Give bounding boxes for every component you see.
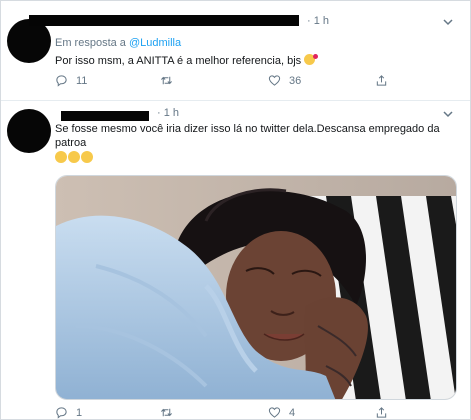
tweet-text-content: Por isso msm, a ANITTA é a melhor refere…: [55, 55, 302, 67]
reply-prefix: Em resposta a: [55, 37, 126, 49]
sleeping-face-icon: [81, 151, 93, 163]
share-icon: [376, 75, 387, 86]
redacted-username: [29, 15, 299, 26]
like-button[interactable]: 36: [268, 74, 301, 87]
like-count: 4: [289, 406, 296, 419]
heart-icon: [268, 75, 281, 86]
sleeping-face-icon: [68, 151, 80, 163]
tweet-text: Por isso msm, a ANITTA é a melhor refere…: [55, 54, 319, 68]
retweet-icon: [161, 76, 172, 85]
share-button[interactable]: [375, 74, 388, 87]
tweet-text: Se fosse mesmo você iria dizer isso lá n…: [55, 123, 440, 149]
reply-icon: [56, 407, 67, 419]
tweet-time[interactable]: · 1 h: [307, 15, 329, 27]
retweet-button[interactable]: [160, 74, 173, 87]
tweet-reply-1[interactable]: · 1 h Em resposta a @Ludmilla Por isso m…: [1, 1, 470, 101]
share-icon: [376, 407, 387, 418]
share-button[interactable]: [375, 406, 388, 419]
timeline: · 1 h Em resposta a @Ludmilla Por isso m…: [0, 0, 471, 420]
emoji-row: [55, 151, 93, 163]
reply-count: 1: [76, 406, 83, 419]
chevron-down-icon[interactable]: [441, 107, 455, 121]
heart-icon: [268, 407, 281, 418]
tweet-time[interactable]: · 1 h: [157, 107, 179, 119]
reply-button[interactable]: 11: [55, 74, 87, 87]
avatar[interactable]: [7, 109, 51, 153]
reply-icon: [56, 75, 67, 87]
sleeping-face-icon: [55, 151, 67, 163]
reply-handle-link[interactable]: @Ludmilla: [129, 37, 181, 49]
like-button[interactable]: 4: [268, 406, 295, 419]
tweet-actions: 1 4: [55, 406, 405, 419]
redacted-username: [61, 111, 149, 121]
chevron-down-icon[interactable]: [441, 15, 455, 29]
reply-context: Em resposta a @Ludmilla: [55, 37, 181, 49]
photo-woman-sleeping: [56, 176, 456, 399]
reply-count: 11: [76, 74, 88, 87]
retweet-icon: [161, 408, 172, 417]
face-blowing-kiss-icon: [304, 54, 319, 65]
like-count: 36: [289, 74, 302, 87]
retweet-button[interactable]: [160, 406, 173, 419]
reply-button[interactable]: 1: [55, 406, 82, 419]
tweet-photo[interactable]: [55, 175, 457, 400]
tweet-actions: 11 36: [55, 74, 405, 90]
